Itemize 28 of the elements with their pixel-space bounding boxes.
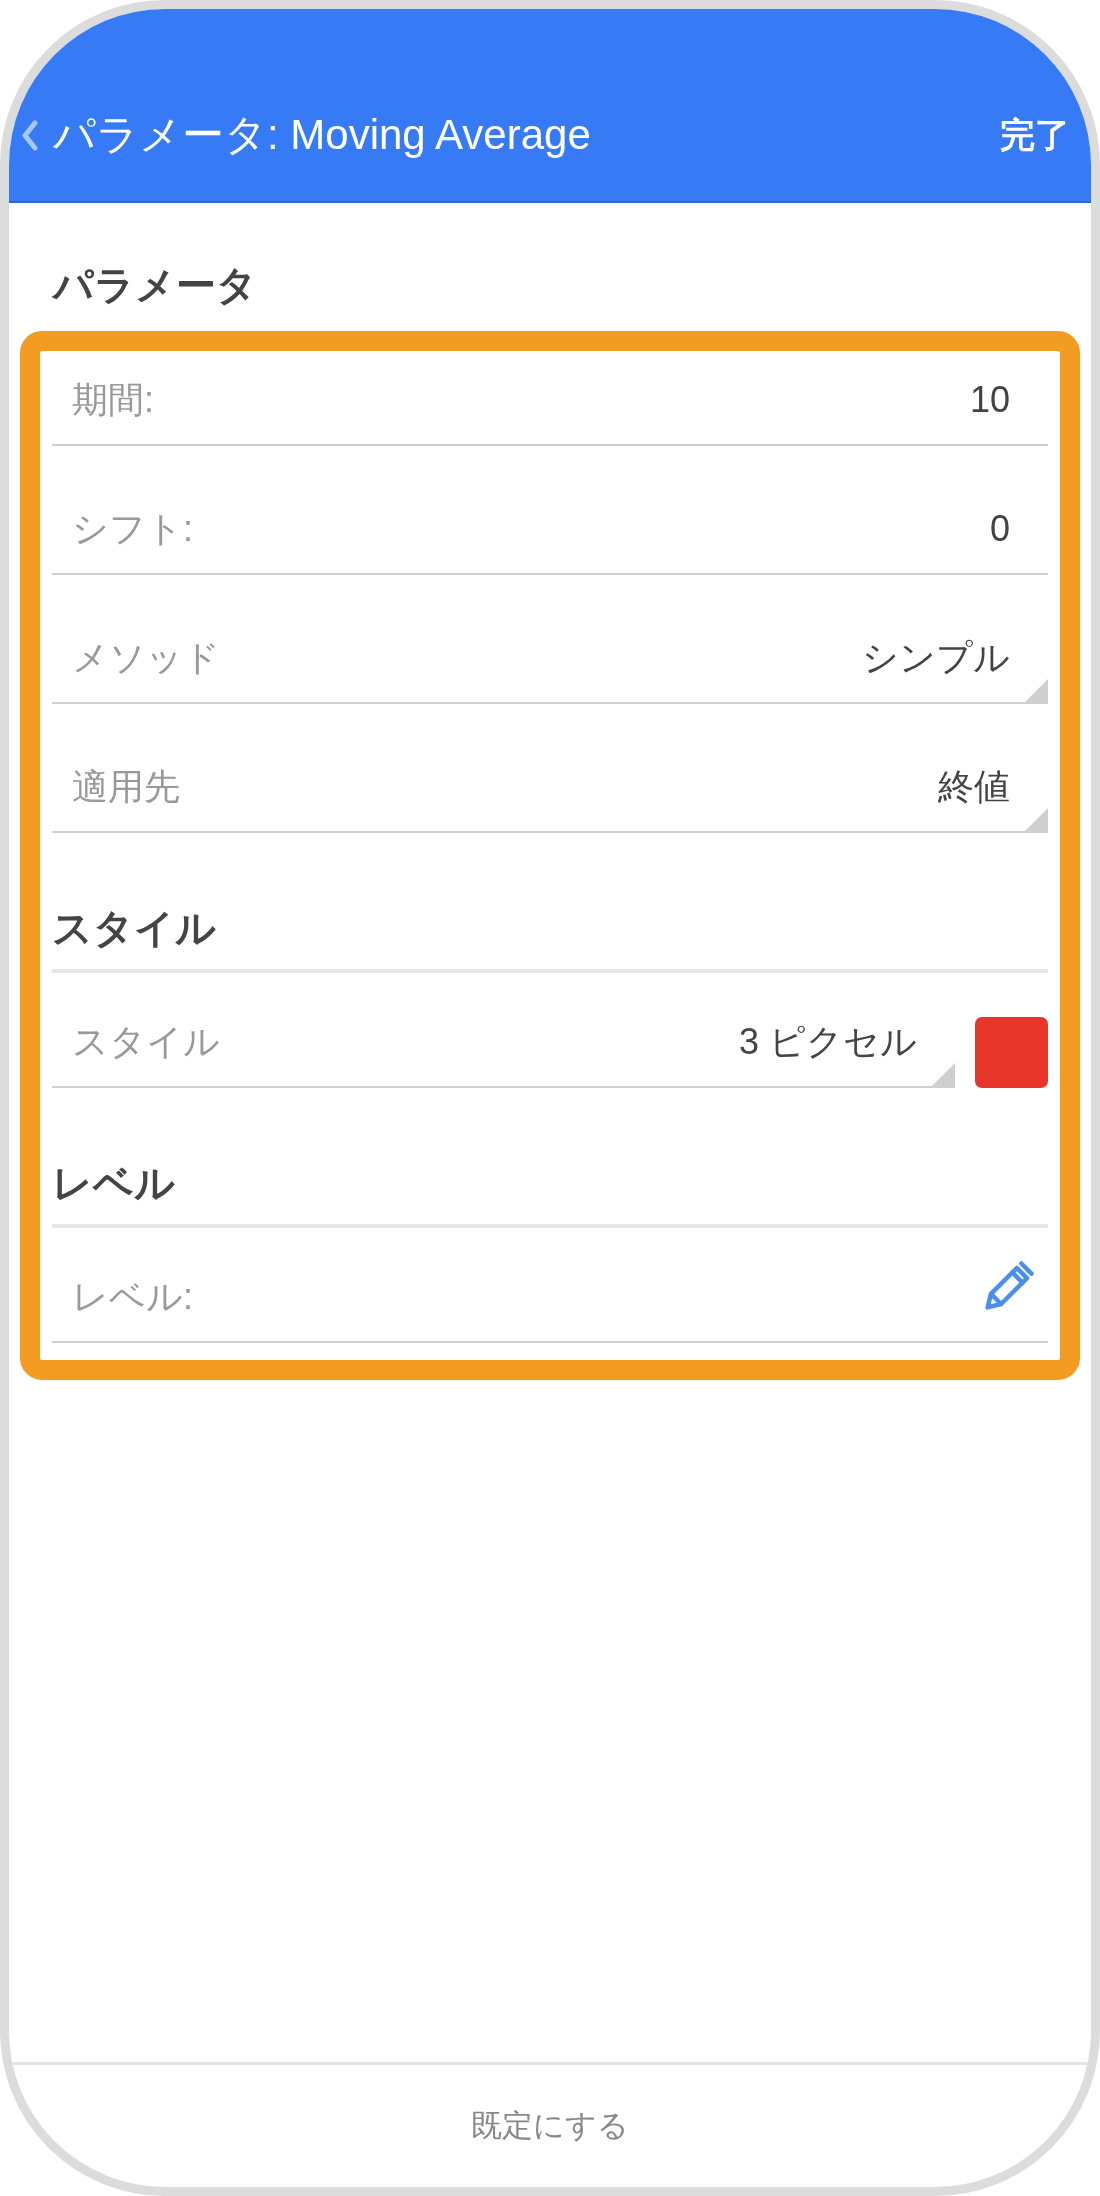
- field-label: 適用先: [72, 765, 180, 809]
- dropdown-field[interactable]: スタイル 3 ピクセル: [52, 973, 955, 1088]
- dropdown-corner-icon[interactable]: [1025, 808, 1048, 831]
- input-field[interactable]: シフト: 0: [52, 446, 1048, 575]
- section-heading: レベル: [52, 1160, 175, 1207]
- field-label: シフト:: [72, 507, 193, 551]
- field-value: 3 ピクセル: [738, 1020, 917, 1064]
- section-heading: スタイル: [52, 905, 216, 952]
- field-value: シンプル: [862, 636, 1010, 680]
- section-heading: パラメータ: [53, 262, 257, 309]
- field-label: スタイル: [72, 1020, 220, 1064]
- color-swatch-icon[interactable]: [975, 1017, 1048, 1088]
- pencil-icon[interactable]: [982, 1259, 1036, 1313]
- field-label: レベル:: [72, 1275, 193, 1319]
- set-default-button[interactable]: 既定にする: [471, 2106, 629, 2146]
- screen-title: パラメータ: Moving Average: [53, 110, 591, 160]
- dropdown-field[interactable]: メソッド シンプル: [52, 575, 1048, 704]
- dropdown-corner-icon[interactable]: [932, 1063, 955, 1086]
- chevron-left-icon[interactable]: [20, 119, 39, 151]
- field-value: 終値: [938, 765, 1010, 809]
- input-field[interactable]: 期間: 10: [52, 351, 1048, 446]
- field-value: 10: [969, 378, 1010, 422]
- dropdown-corner-icon[interactable]: [1025, 679, 1048, 702]
- field-value: 0: [989, 507, 1010, 551]
- done-button[interactable]: 完了: [1000, 110, 1070, 160]
- field-label: メソッド: [72, 636, 220, 680]
- dropdown-field[interactable]: 適用先 終値: [52, 704, 1048, 833]
- field-label: 期間:: [72, 378, 154, 422]
